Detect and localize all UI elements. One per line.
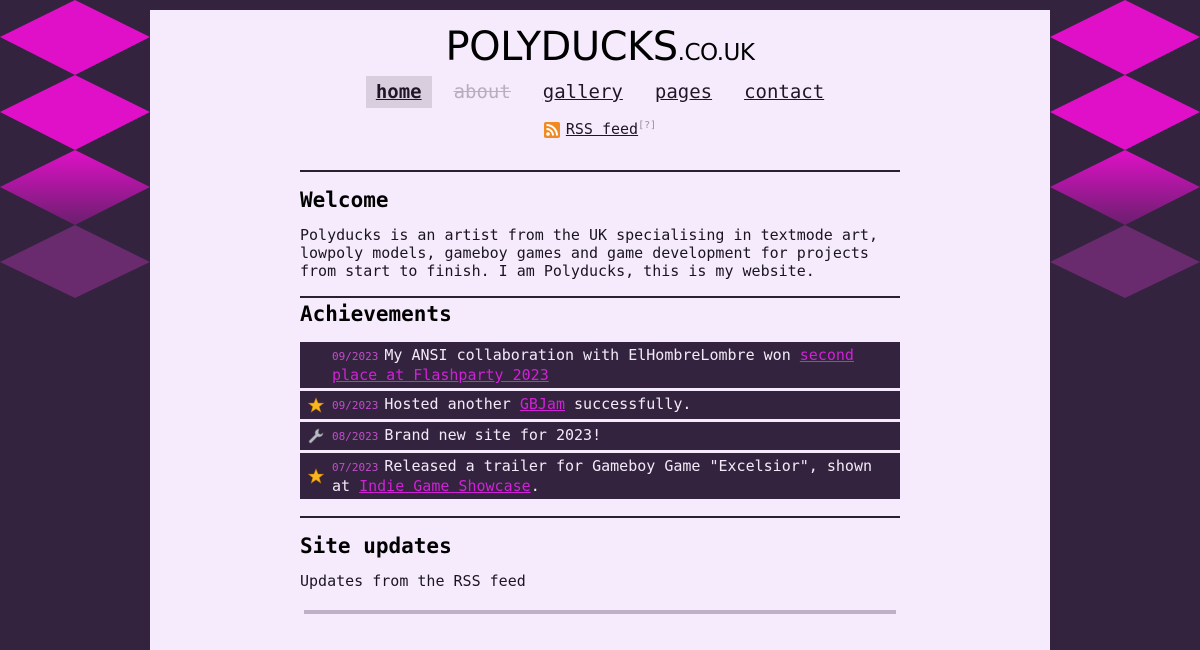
section-divider <box>300 516 900 518</box>
achievement-item: 08/2023 Brand new site for 2023! <box>300 422 900 451</box>
logo-tld-text: .CO.UK <box>677 40 755 66</box>
logo-main-text: POLYDUCKS <box>445 24 679 70</box>
achievements-list: 09/2023 My ANSI collaboration with ElHomb… <box>300 342 900 500</box>
rss-icon[interactable] <box>543 122 560 138</box>
site-updates-heading: Site updates <box>300 534 452 558</box>
rss-help-link[interactable]: [?] <box>638 120 656 131</box>
main-content: Welcome Polyducks is an artist from the … <box>300 170 900 614</box>
site-logo[interactable]: POLYDUCKS.CO.UK <box>150 24 1050 70</box>
achievement-text: Hosted another <box>384 395 520 413</box>
nav-item-about: about <box>453 81 511 103</box>
section-divider <box>300 296 900 298</box>
achievement-item: 09/2023 Hosted another GBJam successfully… <box>300 391 900 420</box>
nav-item-pages[interactable]: pages <box>645 76 722 108</box>
achievement-date: 09/2023 <box>332 399 379 412</box>
star-icon <box>300 457 332 495</box>
achievement-text-after: successfully. <box>564 395 692 413</box>
nav-item-gallery[interactable]: gallery <box>533 76 633 108</box>
rss-feed-link[interactable]: RSS feed <box>566 120 638 138</box>
achievement-link[interactable]: GBJam <box>520 395 565 413</box>
achievement-blank-icon <box>300 346 332 384</box>
background-diamond-pattern-left <box>0 0 150 298</box>
nav-item-home[interactable]: home <box>365 76 432 108</box>
achievement-date: 08/2023 <box>332 430 379 443</box>
achievement-link[interactable]: Indie Game Showcase <box>359 477 531 495</box>
achievement-item: 09/2023 My ANSI collaboration with ElHomb… <box>300 342 900 389</box>
section-divider <box>300 170 900 172</box>
site-updates-text: Updates from the RSS feed <box>300 572 526 590</box>
page-container: POLYDUCKS.CO.UK home about gallery pages… <box>150 10 1050 650</box>
star-icon <box>300 395 332 415</box>
achievement-text-after: . <box>530 477 540 495</box>
background-diamond-pattern-right <box>1050 0 1200 298</box>
achievements-heading: Achievements <box>300 302 452 326</box>
achievement-text: My ANSI collaboration with ElHombreLombr… <box>384 346 800 364</box>
updates-feed-box <box>304 610 896 614</box>
wrench-icon <box>300 426 332 446</box>
nav-item-contact[interactable]: contact <box>734 76 834 108</box>
main-nav: home about gallery pages contact <box>150 76 1050 108</box>
achievement-date: 09/2023 <box>332 350 379 363</box>
achievement-text: Brand new site for 2023! <box>384 426 602 444</box>
rss-feed-link-row: RSS feed[?] <box>150 120 1050 138</box>
achievement-date: 07/2023 <box>332 461 379 474</box>
welcome-text: Polyducks is an artist from the UK speci… <box>300 226 878 280</box>
welcome-heading: Welcome <box>300 188 389 212</box>
achievement-item: 07/2023 Released a trailer for Gameboy Ga… <box>300 453 900 500</box>
